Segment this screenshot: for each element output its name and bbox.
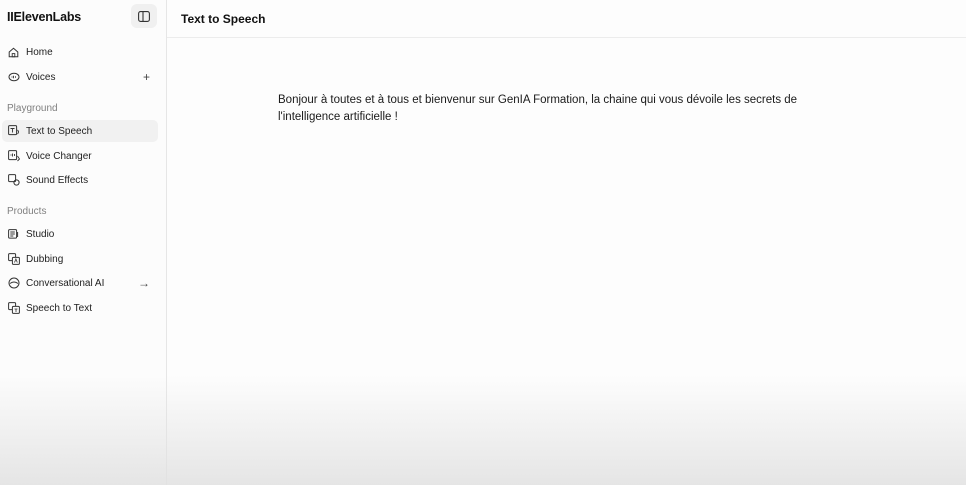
sidebar-item-label: Voices	[26, 71, 56, 83]
sidebar-item-label: Conversational AI	[26, 277, 105, 289]
sidebar-item-home[interactable]: Home	[2, 41, 158, 63]
sidebar-item-voices[interactable]: Voices +	[2, 66, 158, 88]
sidebar-item-conversational-ai[interactable]: Conversational AI →	[2, 272, 158, 294]
sidebar-toggle-icon	[138, 10, 150, 22]
sidebar-item-label: Voice Changer	[26, 150, 92, 162]
speech-to-text-icon	[7, 302, 20, 315]
page-header: Text to Speech	[167, 0, 966, 38]
sound-effects-icon	[7, 174, 20, 187]
text-input[interactable]: Bonjour à toutes et à tous et bienvenur …	[278, 92, 838, 125]
dubbing-icon	[7, 253, 20, 266]
sidebar-item-text-to-speech[interactable]: Text to Speech	[2, 120, 158, 142]
elevenlabs-logo[interactable]: IIElevenLabs	[7, 10, 81, 24]
sidebar: IIElevenLabs Home Voices + Playground Te…	[0, 0, 167, 485]
sidebar-item-studio[interactable]: Studio	[2, 223, 158, 245]
sidebar-item-label: Dubbing	[26, 253, 64, 265]
arrow-right-icon: →	[138, 276, 150, 290]
sidebar-item-voice-changer[interactable]: Voice Changer	[2, 145, 158, 167]
section-label-products: Products	[7, 206, 47, 217]
sidebar-item-label: Text to Speech	[26, 125, 93, 137]
voices-icon	[7, 71, 20, 84]
add-voice-button[interactable]: +	[143, 70, 150, 84]
sidebar-item-label: Sound Effects	[26, 174, 89, 186]
sidebar-item-label: Speech to Text	[26, 302, 92, 314]
collapse-sidebar-button[interactable]	[131, 4, 157, 28]
sidebar-item-label: Home	[26, 46, 53, 58]
studio-icon	[7, 228, 20, 241]
voice-changer-icon	[7, 150, 20, 163]
conversational-ai-icon	[7, 277, 20, 290]
sidebar-item-sound-effects[interactable]: Sound Effects	[2, 169, 158, 191]
sidebar-item-label: Studio	[26, 228, 55, 240]
sidebar-item-dubbing[interactable]: Dubbing	[2, 248, 158, 270]
section-label-playground: Playground	[7, 103, 58, 114]
home-icon	[7, 46, 20, 59]
page-title: Text to Speech	[181, 11, 266, 26]
text-to-speech-icon	[7, 125, 20, 138]
sidebar-item-speech-to-text[interactable]: Speech to Text	[2, 297, 158, 319]
